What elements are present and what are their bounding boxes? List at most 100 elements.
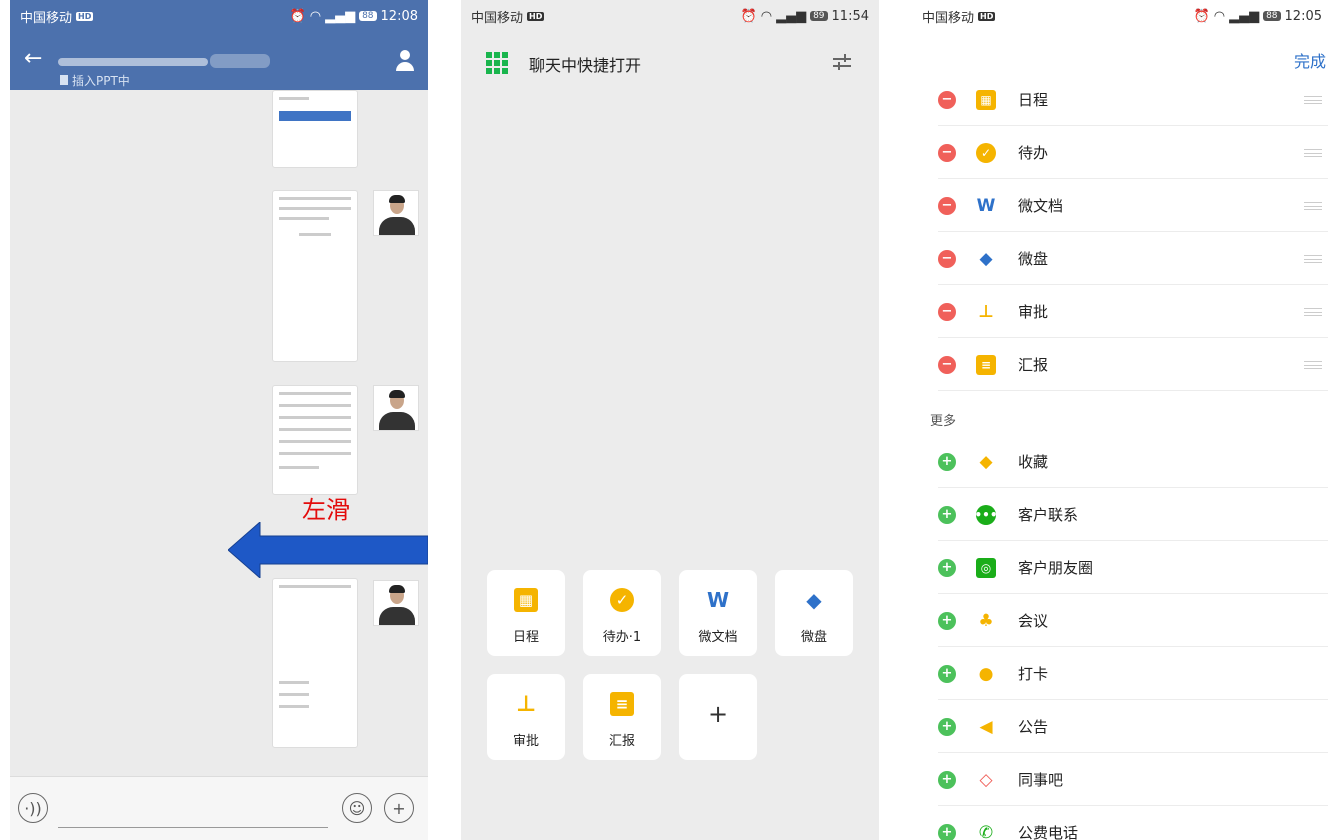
remove-icon[interactable]: −	[938, 90, 956, 109]
avatar[interactable]	[373, 190, 419, 236]
done-button[interactable]: 完成	[1294, 48, 1326, 72]
stamp-icon: ⊥	[978, 301, 994, 322]
remove-icon[interactable]: −	[938, 302, 956, 321]
wifi-icon: ◠	[760, 8, 773, 24]
remove-icon[interactable]: −	[938, 355, 956, 374]
quick-app-tile[interactable]: ◆ 微盘	[775, 570, 853, 656]
app-list-item[interactable]: + ✆ 公费电话	[938, 807, 1328, 840]
drag-handle-icon[interactable]	[1304, 96, 1322, 104]
hd-badge: HD	[76, 11, 94, 21]
app-name: 微文档	[1018, 197, 1064, 215]
clock: 12:05	[1284, 8, 1322, 24]
calendar-icon: ▦	[976, 89, 996, 110]
screenshot-message[interactable]	[272, 385, 358, 495]
alarm-icon: ⏰	[289, 8, 306, 24]
app-name: 打卡	[1018, 665, 1049, 683]
app-list-item[interactable]: + ◆ 收藏	[938, 436, 1328, 488]
quick-app-label: 微盘	[800, 630, 827, 645]
signal-icon: ▂▄▆	[776, 8, 807, 24]
drag-handle-icon[interactable]	[1304, 202, 1322, 210]
app-name: 待办	[1018, 144, 1049, 162]
status-bar: 中国移动 HD ⏰ ◠ ▂▄▆ 88 12:08	[10, 0, 428, 32]
quick-app-label: 待办·1	[602, 630, 642, 645]
carrier-label: 中国移动	[471, 10, 524, 26]
add-icon[interactable]: +	[938, 717, 956, 736]
add-icon[interactable]: +	[384, 793, 414, 823]
clock: 12:08	[380, 8, 418, 24]
page-title: 聊天中快捷打开	[529, 56, 642, 75]
add-icon[interactable]: +	[938, 823, 956, 840]
voice-icon[interactable]: ·))	[18, 793, 48, 823]
app-list-item[interactable]: − ≡ 汇报	[938, 339, 1328, 391]
quick-app-tile[interactable]: ✓ 待办·1	[583, 570, 661, 656]
message-input[interactable]	[58, 827, 328, 828]
app-list-item[interactable]: + ◀ 公告	[938, 701, 1328, 753]
app-list-item[interactable]: + ◇ 同事吧	[938, 754, 1328, 806]
app-list-item[interactable]: + ◎ 客户朋友圈	[938, 542, 1328, 594]
app-list-item[interactable]: + ••• 客户联系	[938, 489, 1328, 541]
screenshot-message[interactable]	[272, 578, 358, 748]
app-name: 微盘	[1018, 250, 1049, 268]
report-icon: ≡	[976, 354, 996, 375]
status-bar: 中国移动 HD ⏰ ◠ ▂▄▆ 89 11:54	[461, 0, 879, 32]
person-icon[interactable]	[396, 50, 414, 72]
add-icon[interactable]: +	[938, 770, 956, 789]
quick-app-tile[interactable]: ≡ 汇报	[583, 674, 661, 760]
left-arrow-icon	[228, 522, 428, 578]
hd-badge: HD	[527, 11, 545, 21]
quick-open-header: 聊天中快捷打开	[461, 42, 879, 82]
app-list-item[interactable]: − ⊥ 审批	[938, 286, 1328, 338]
check-icon: ✓	[976, 142, 996, 163]
alarm-icon: ⏰	[740, 8, 757, 24]
app-list-item[interactable]: + ● 打卡	[938, 648, 1328, 700]
w-doc-icon: W	[706, 588, 730, 612]
megaphone-icon: ◀	[979, 716, 993, 737]
quick-app-tile[interactable]: ⊥ 审批	[487, 674, 565, 760]
chat-bubble-icon: •••	[975, 504, 998, 525]
screenshot-message[interactable]	[272, 190, 358, 362]
wifi-icon: ◠	[1213, 8, 1226, 24]
add-icon[interactable]: +	[938, 505, 956, 524]
app-name: 客户联系	[1018, 506, 1079, 524]
avatar[interactable]	[373, 580, 419, 626]
w-doc-icon: W	[976, 195, 996, 216]
hd-badge: HD	[978, 11, 996, 21]
carrier-label: 中国移动	[922, 10, 975, 26]
cloud-disk-icon: ◆	[979, 248, 993, 269]
emoji-icon[interactable]: ☺	[342, 793, 372, 823]
app-list-item[interactable]: + ♣ 会议	[938, 595, 1328, 647]
app-list-item[interactable]: − ◆ 微盘	[938, 233, 1328, 285]
alarm-icon: ⏰	[1193, 8, 1210, 24]
settings-sliders-icon[interactable]	[833, 54, 851, 70]
screenshot-message[interactable]	[272, 90, 358, 168]
remove-icon[interactable]: −	[938, 196, 956, 215]
drag-handle-icon[interactable]	[1304, 308, 1322, 316]
remove-icon[interactable]: −	[938, 143, 956, 162]
blurred-title	[58, 58, 208, 66]
add-icon[interactable]: +	[938, 664, 956, 683]
report-icon: ≡	[610, 692, 634, 716]
app-name: 收藏	[1018, 453, 1049, 471]
app-list-item[interactable]: − ✓ 待办	[938, 127, 1328, 179]
quick-app-tile[interactable]: W 微文档	[679, 570, 757, 656]
back-arrow-icon[interactable]: ←	[24, 46, 42, 71]
drag-handle-icon[interactable]	[1304, 361, 1322, 369]
signal-icon: ▂▄▆	[1229, 8, 1260, 24]
check-icon: ✓	[610, 588, 634, 612]
app-name: 客户朋友圈	[1018, 559, 1094, 577]
avatar[interactable]	[373, 385, 419, 431]
add-icon[interactable]: +	[938, 611, 956, 630]
drag-handle-icon[interactable]	[1304, 149, 1322, 157]
location-pin-icon: ●	[978, 663, 994, 684]
quick-app-tile[interactable]: ▦ 日程	[487, 570, 565, 656]
quick-app-label: 日程	[512, 630, 539, 645]
edit-apps-screen: 中国移动 HD ⏰ ◠ ▂▄▆ 88 12:05 完成 − ▦ 日程 − ✓ 待办 − W 微文…	[912, 0, 1332, 840]
remove-icon[interactable]: −	[938, 249, 956, 268]
drag-handle-icon[interactable]	[1304, 255, 1322, 263]
add-icon[interactable]: +	[938, 452, 956, 471]
add-icon[interactable]: +	[938, 558, 956, 577]
phone-icon: ✆	[978, 822, 994, 840]
app-list-item[interactable]: − W 微文档	[938, 180, 1328, 232]
quick-app-tile[interactable]: +	[679, 674, 757, 760]
app-list-item[interactable]: − ▦ 日程	[938, 74, 1328, 126]
